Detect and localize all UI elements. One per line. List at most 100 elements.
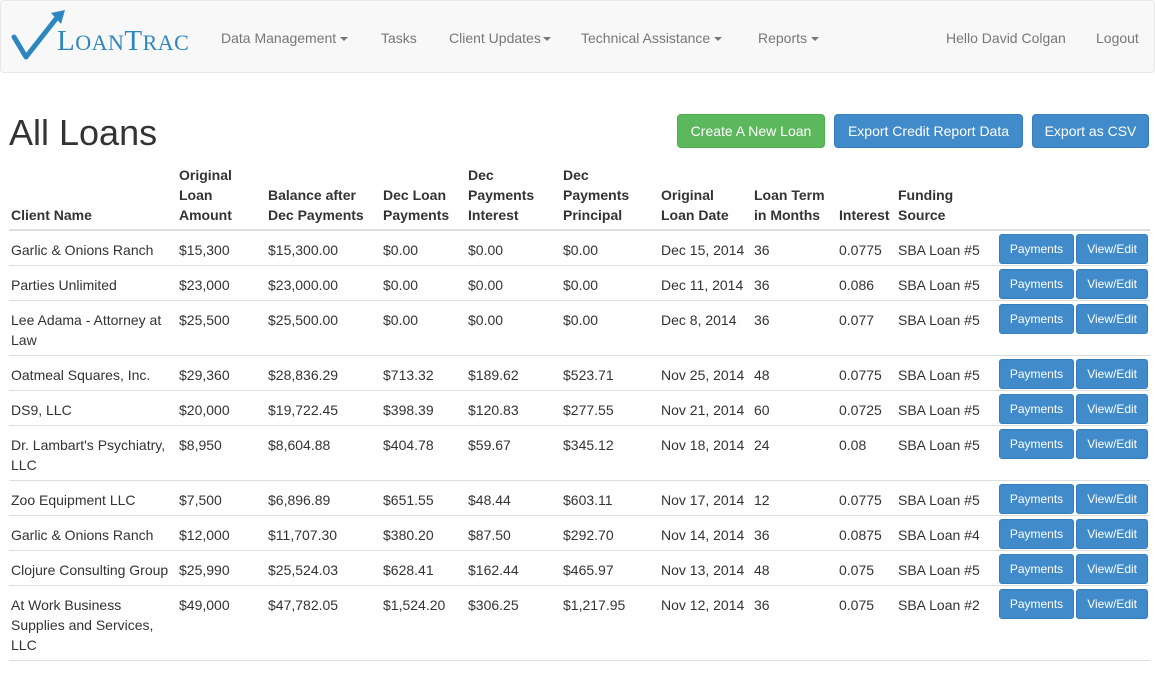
loan-date-cell: Nov 12, 2014 bbox=[659, 585, 752, 661]
col-original-loan-date[interactable]: Original Loan Date bbox=[659, 165, 752, 231]
dec-principal-cell: $345.12 bbox=[561, 425, 659, 481]
funding-source-cell: SBA Loan #5 bbox=[896, 390, 992, 426]
interest-cell: 0.0875 bbox=[837, 515, 896, 551]
col-balance[interactable]: Balance after Dec Payments bbox=[266, 165, 381, 231]
create-loan-button[interactable]: Create A New Loan bbox=[677, 114, 825, 148]
payments-button[interactable]: Payments bbox=[998, 554, 1075, 584]
view-edit-button[interactable]: View/Edit bbox=[1076, 269, 1148, 299]
dec-interest-cell: $0.00 bbox=[466, 300, 561, 356]
col-dec-payments-principal[interactable]: Dec Payments Principal bbox=[561, 165, 659, 231]
loan-date-cell: Nov 17, 2014 bbox=[659, 480, 752, 516]
loan-date-cell: Nov 18, 2014 bbox=[659, 425, 752, 481]
dec-interest-cell: $0.00 bbox=[466, 230, 561, 266]
client-name-cell: Garlic & Onions Ranch bbox=[9, 515, 177, 551]
payments-button[interactable]: Payments bbox=[998, 394, 1075, 424]
payments-button[interactable]: Payments bbox=[998, 304, 1075, 334]
nav-reports[interactable]: Reports bbox=[758, 28, 820, 48]
col-actions bbox=[992, 165, 1150, 231]
loan-date-cell: Dec 15, 2014 bbox=[659, 230, 752, 266]
dec-payments-cell: $628.41 bbox=[381, 550, 466, 586]
nav-client-updates[interactable]: Client Updates bbox=[449, 28, 551, 48]
view-edit-button[interactable]: View/Edit bbox=[1076, 554, 1148, 584]
view-edit-button[interactable]: View/Edit bbox=[1076, 519, 1148, 549]
payments-button[interactable]: Payments bbox=[998, 519, 1075, 549]
funding-source-cell: SBA Loan #5 bbox=[896, 480, 992, 516]
balance-cell: $23,000.00 bbox=[266, 265, 381, 301]
view-edit-button[interactable]: View/Edit bbox=[1076, 484, 1148, 514]
table-row: Garlic & Onions Ranch $15,300 $15,300.00 $0… bbox=[9, 230, 1150, 266]
dec-principal-cell: $0.00 bbox=[561, 230, 659, 266]
loans-table: Client Name Original Loan Amount Balance… bbox=[9, 165, 1150, 661]
row-actions: Payments View/Edit bbox=[992, 390, 1150, 426]
view-edit-button[interactable]: View/Edit bbox=[1076, 304, 1148, 334]
interest-cell: 0.0775 bbox=[837, 230, 896, 266]
dec-principal-cell: $0.00 bbox=[561, 300, 659, 356]
interest-cell: 0.075 bbox=[837, 550, 896, 586]
payments-button[interactable]: Payments bbox=[998, 589, 1075, 619]
logout-link[interactable]: Logout bbox=[1096, 28, 1139, 48]
dec-principal-cell: $0.00 bbox=[561, 265, 659, 301]
nav-data-management[interactable]: Data Management bbox=[221, 28, 349, 48]
col-interest[interactable]: Interest bbox=[837, 165, 896, 231]
dec-principal-cell: $292.70 bbox=[561, 515, 659, 551]
view-edit-button[interactable]: View/Edit bbox=[1076, 429, 1148, 459]
funding-source-cell: SBA Loan #5 bbox=[896, 300, 992, 356]
payments-button[interactable]: Payments bbox=[998, 429, 1075, 459]
view-edit-button[interactable]: View/Edit bbox=[1076, 359, 1148, 389]
dec-interest-cell: $120.83 bbox=[466, 390, 561, 426]
caret-down-icon bbox=[340, 37, 349, 42]
original-amount-cell: $23,000 bbox=[177, 265, 266, 301]
interest-cell: 0.0725 bbox=[837, 390, 896, 426]
row-actions: Payments View/Edit bbox=[992, 585, 1150, 661]
page-title: All Loans bbox=[9, 112, 158, 153]
nav-technical-assistance[interactable]: Technical Assistance bbox=[581, 28, 723, 48]
dec-payments-cell: $1,524.20 bbox=[381, 585, 466, 661]
balance-cell: $8,604.88 bbox=[266, 425, 381, 481]
interest-cell: 0.08 bbox=[837, 425, 896, 481]
col-dec-payments-interest[interactable]: Dec Payments Interest bbox=[466, 165, 561, 231]
col-funding-source[interactable]: Funding Source bbox=[896, 165, 992, 231]
row-actions: Payments View/Edit bbox=[992, 425, 1150, 481]
nav-tasks[interactable]: Tasks bbox=[381, 28, 417, 48]
payments-button[interactable]: Payments bbox=[998, 269, 1075, 299]
view-edit-button[interactable]: View/Edit bbox=[1076, 589, 1148, 619]
view-edit-button[interactable]: View/Edit bbox=[1076, 394, 1148, 424]
col-client-name[interactable]: Client Name bbox=[9, 165, 177, 231]
client-name-cell: Parties Unlimited bbox=[9, 265, 177, 301]
table-row: Dr. Lambart's Psychiatry, LLC $8,950 $8,60… bbox=[9, 425, 1150, 481]
brand-name: LOANTRAC bbox=[57, 25, 190, 57]
table-row: At Work Business Supplies and Services, … bbox=[9, 585, 1150, 661]
col-dec-loan-payments[interactable]: Dec Loan Payments bbox=[381, 165, 466, 231]
funding-source-cell: SBA Loan #5 bbox=[896, 230, 992, 266]
interest-cell: 0.0775 bbox=[837, 480, 896, 516]
caret-down-icon bbox=[811, 37, 820, 42]
dec-principal-cell: $465.97 bbox=[561, 550, 659, 586]
balance-cell: $19,722.45 bbox=[266, 390, 381, 426]
funding-source-cell: SBA Loan #2 bbox=[896, 585, 992, 661]
navbar: LOANTRAC Data Management Tasks Client Up… bbox=[0, 0, 1155, 73]
table-row: Zoo Equipment LLC $7,500 $6,896.89 $651.55 $… bbox=[9, 480, 1150, 516]
funding-source-cell: SBA Loan #5 bbox=[896, 550, 992, 586]
export-credit-report-button[interactable]: Export Credit Report Data bbox=[834, 114, 1023, 148]
loan-term-cell: 48 bbox=[752, 355, 837, 391]
row-actions: Payments View/Edit bbox=[992, 265, 1150, 301]
view-edit-button[interactable]: View/Edit bbox=[1076, 234, 1148, 264]
export-csv-button[interactable]: Export as CSV bbox=[1032, 114, 1149, 148]
col-original-loan-amount[interactable]: Original Loan Amount bbox=[177, 165, 266, 231]
caret-down-icon bbox=[714, 37, 723, 42]
dec-payments-cell: $0.00 bbox=[381, 265, 466, 301]
col-loan-term[interactable]: Loan Term in Months bbox=[752, 165, 837, 231]
dec-interest-cell: $59.67 bbox=[466, 425, 561, 481]
dec-payments-cell: $651.55 bbox=[381, 480, 466, 516]
balance-cell: $25,500.00 bbox=[266, 300, 381, 356]
user-greeting[interactable]: Hello David Colgan bbox=[946, 28, 1066, 48]
payments-button[interactable]: Payments bbox=[998, 484, 1075, 514]
row-actions: Payments View/Edit bbox=[992, 515, 1150, 551]
payments-button[interactable]: Payments bbox=[998, 359, 1075, 389]
loan-term-cell: 24 bbox=[752, 425, 837, 481]
loantrac-logo[interactable]: LOANTRAC bbox=[11, 9, 201, 63]
client-name-cell: Oatmeal Squares, Inc. bbox=[9, 355, 177, 391]
funding-source-cell: SBA Loan #5 bbox=[896, 355, 992, 391]
payments-button[interactable]: Payments bbox=[998, 234, 1075, 264]
row-actions: Payments View/Edit bbox=[992, 300, 1150, 356]
